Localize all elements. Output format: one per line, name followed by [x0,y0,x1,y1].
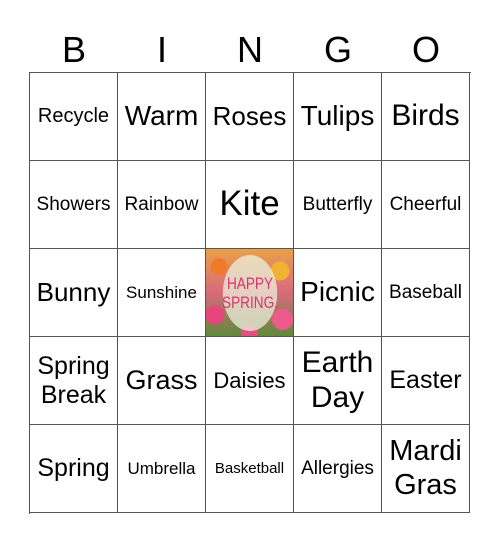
bingo-cell[interactable]: Tulips [294,73,382,161]
free-space-cell[interactable]: HAPPY SPRING. [206,249,294,337]
bingo-cell[interactable]: Grass [118,337,206,425]
bingo-header: B I N G O [30,28,471,72]
bingo-cell[interactable]: Allergies [294,425,382,513]
bingo-cell[interactable]: Kite [206,161,294,249]
bingo-cell[interactable]: Earth Day [294,337,382,425]
bingo-cell[interactable]: Roses [206,73,294,161]
header-letter: B [61,29,86,70]
bingo-cell[interactable]: Birds [382,73,470,161]
bingo-cell[interactable]: Picnic [294,249,382,337]
free-space-line1: HAPPY [226,273,274,293]
bingo-cell[interactable]: Daisies [206,337,294,425]
bingo-cell[interactable]: Easter [382,337,470,425]
header-letter: G [323,29,352,70]
bingo-cell[interactable]: Umbrella [118,425,206,513]
bingo-cell[interactable]: Warm [118,73,206,161]
bingo-cell[interactable]: Showers [30,161,118,249]
bingo-cell[interactable]: Mardi Gras [382,425,470,513]
bingo-cell[interactable]: Basketball [206,425,294,513]
header-letter: N [237,29,263,70]
header-letter: O [411,29,440,70]
bingo-cell[interactable]: Sunshine [118,249,206,337]
bingo-cell[interactable]: Spring Break [30,337,118,425]
bingo-cell[interactable]: Recycle [30,73,118,161]
bingo-cell[interactable]: Spring [30,425,118,513]
bingo-card: Recycle Warm Roses Tulips Birds Showers … [29,72,471,514]
free-space-line2: SPRING. [222,292,278,312]
bingo-cell[interactable]: Rainbow [118,161,206,249]
header-letter: I [156,29,167,70]
bingo-cell[interactable]: Bunny [30,249,118,337]
bingo-cell[interactable]: Butterfly [294,161,382,249]
happy-spring-image: HAPPY SPRING. [206,249,293,336]
bingo-cell[interactable]: Cheerful [382,161,470,249]
happy-spring-text: HAPPY SPRING. [222,254,278,331]
bingo-cell[interactable]: Baseball [382,249,470,337]
